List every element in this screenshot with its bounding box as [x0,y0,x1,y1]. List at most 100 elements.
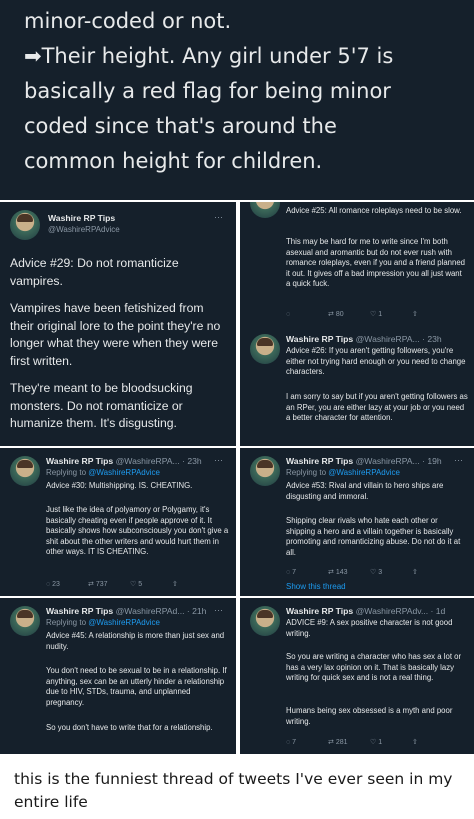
share-icon[interactable]: ⇧ [412,738,454,746]
like-button[interactable]: ♡ 5 [130,580,172,588]
tweet-header: Washire RP Tips @WashireRPAd... · 21h [46,606,206,616]
retweet-count: 80 [335,311,344,318]
timestamp[interactable]: · 19h [422,456,442,466]
reply-count: 7 [292,569,297,576]
like-button[interactable]: ♡ 1 [370,738,412,746]
reply-count: 7 [292,739,297,746]
reply-button[interactable]: ◌ 23 [46,581,88,588]
tweet-paragraph: Advice #29: Do not romanticize vampires. [10,256,179,288]
retweet-button[interactable]: ⇄ 143 [328,568,370,576]
tweet-panel-advice-29: Washire RP Tips @WashireRPAdvice ··· Adv… [0,202,236,446]
replying-to-label: Replying to [46,618,87,627]
reply-mention-link[interactable]: @WashireRPAdvice [88,468,160,477]
author-handle[interactable]: @WashireRPA... [116,456,180,466]
author-handle[interactable]: @WashireRPA... [356,334,420,344]
tweet-header: Washire RP Tips @WashireRPA... · 19h [286,456,442,466]
tweet-header: Washire RP Tips @WashireRPAdv... · 1d [286,606,445,616]
author-handle[interactable]: @WashireRPAdv... [356,606,429,616]
tweet-body: Advice #29: Do not romanticize vampires.… [10,255,230,443]
reply-icon[interactable]: ◌ [286,311,328,318]
show-thread-link[interactable]: Show this thread [286,582,346,591]
more-icon[interactable]: ··· [214,212,223,222]
avatar[interactable] [250,606,280,636]
reply-mention-link[interactable]: @WashireRPAdvice [328,468,400,477]
reply-count: 23 [52,581,60,588]
post-caption: this is the funniest thread of tweets I'… [14,770,453,811]
author-name[interactable]: Washire RP Tips [286,456,353,466]
replying-to-label: Replying to [286,468,327,477]
timestamp[interactable]: · 21h [187,606,207,616]
top-tweet-excerpt: minor-coded or not. ➡Their height. Any g… [0,0,474,200]
avatar[interactable] [250,202,280,218]
author-name[interactable]: Washire RP Tips [46,456,113,466]
tweet-text: Humans being sex obsessed is a myth and … [286,706,453,726]
like-button[interactable]: ♡ 3 [370,568,412,576]
like-button[interactable]: ♡ 1 [370,310,412,318]
reply-mention-link[interactable]: @WashireRPAdvice [88,618,160,627]
tweet-text: So you don't have to write that for a re… [46,723,213,732]
author-name[interactable]: Washire RP Tips [286,606,353,616]
retweet-button[interactable]: ⇄ 281 [328,738,370,746]
like-count: 3 [378,569,383,576]
author-name[interactable]: Washire RP Tips [286,334,353,344]
retweet-button[interactable]: ⇄ 80 [328,310,370,318]
top-line: common height for children. [24,149,323,173]
top-line: basically a red flag for being minor [24,79,391,103]
replying-to: Replying to @WashireRPAdvice [46,468,160,477]
tweet-panel-advice-53: Washire RP Tips @WashireRPA... · 19h ···… [240,448,474,596]
top-line: minor-coded or not. [24,9,232,33]
tweet-text: Advice #30: Multishipping. IS. CHEATING. [46,481,193,490]
avatar[interactable] [250,334,280,364]
top-line: ➡Their height. Any girl under 5'7 is [24,44,394,68]
avatar[interactable] [10,210,40,240]
share-icon[interactable]: ⇧ [412,310,454,318]
more-icon[interactable]: ··· [214,605,223,615]
tweet-text: Just like the idea of polyamory or Polyg… [46,505,229,557]
reply-button[interactable]: ◌ 7 [286,739,328,746]
retweet-button[interactable]: ⇄ 737 [88,580,130,588]
tweet-header: Washire RP Tips @WashireRPA... · 23h [286,334,442,344]
tweet-panel-advice-9: Washire RP Tips @WashireRPAdv... · 1d AD… [240,598,474,754]
author-handle[interactable]: @WashireRPAdvice [48,225,120,234]
tweet-paragraph: They're meant to be bloodsucking monster… [10,381,193,430]
like-count: 1 [378,739,383,746]
timestamp[interactable]: · 23h [422,334,442,344]
timestamp[interactable]: · 23h [182,456,202,466]
tweet-actions: ◌ 7 ⇄ 281 ♡ 1 ⇧ [286,738,454,746]
tweet-actions: ◌ 23 ⇄ 737 ♡ 5 ⇧ [46,580,214,588]
tweet-text: This may be hard for me to write since I… [286,237,466,289]
author-handle[interactable]: @WashireRPA... [356,456,420,466]
like-count: 5 [138,581,143,588]
timestamp[interactable]: · 1d [431,606,446,616]
top-line: coded since that's around the [24,114,337,138]
tweet-text: I am sorry to say but if you aren't gett… [286,392,468,423]
avatar[interactable] [250,456,280,486]
more-icon[interactable]: ··· [214,455,223,465]
tweet-text: Advice #26: If you aren't getting follow… [286,346,466,377]
tweet-actions: ◌ 7 ⇄ 143 ♡ 3 ⇧ [286,568,454,576]
author-handle[interactable]: @WashireRPAd... [116,606,185,616]
replying-to-label: Replying to [46,468,87,477]
avatar[interactable] [10,606,40,636]
tweet-text: So you are writing a character who has s… [286,652,462,683]
tweet-actions: ◌ ⇄ 80 ♡ 1 ⇧ [286,310,454,318]
tweet-text: Shipping clear rivals who hate each othe… [286,516,461,557]
retweet-count: 143 [335,569,348,576]
tweet-panel-advice-45: Washire RP Tips @WashireRPAd... · 21h ··… [0,598,236,754]
replying-to: Replying to @WashireRPAdvice [46,618,160,627]
share-icon[interactable]: ⇧ [172,580,214,588]
like-count: 1 [378,311,383,318]
tweet-text: Advice #53: Rival and villain to hero sh… [286,481,444,501]
retweet-count: 281 [335,739,348,746]
share-icon[interactable]: ⇧ [412,568,454,576]
tweet-text: ADVICE #9: A sex positive character is n… [286,618,453,638]
author-name[interactable]: Washire RP Tips [46,606,113,616]
more-icon[interactable]: ··· [454,455,463,465]
author-name[interactable]: Washire RP Tips [48,213,115,223]
tweet-text: Advice #25: All romance roleplays need t… [286,206,462,215]
tweet-text: Advice #45: A relationship is more than … [46,631,225,651]
tweet-text: You don't need to be sexual to be in a r… [46,666,227,707]
reply-button[interactable]: ◌ 7 [286,569,328,576]
tweet-panel-advice-30: Washire RP Tips @WashireRPA... · 23h ···… [0,448,236,596]
avatar[interactable] [10,456,40,486]
